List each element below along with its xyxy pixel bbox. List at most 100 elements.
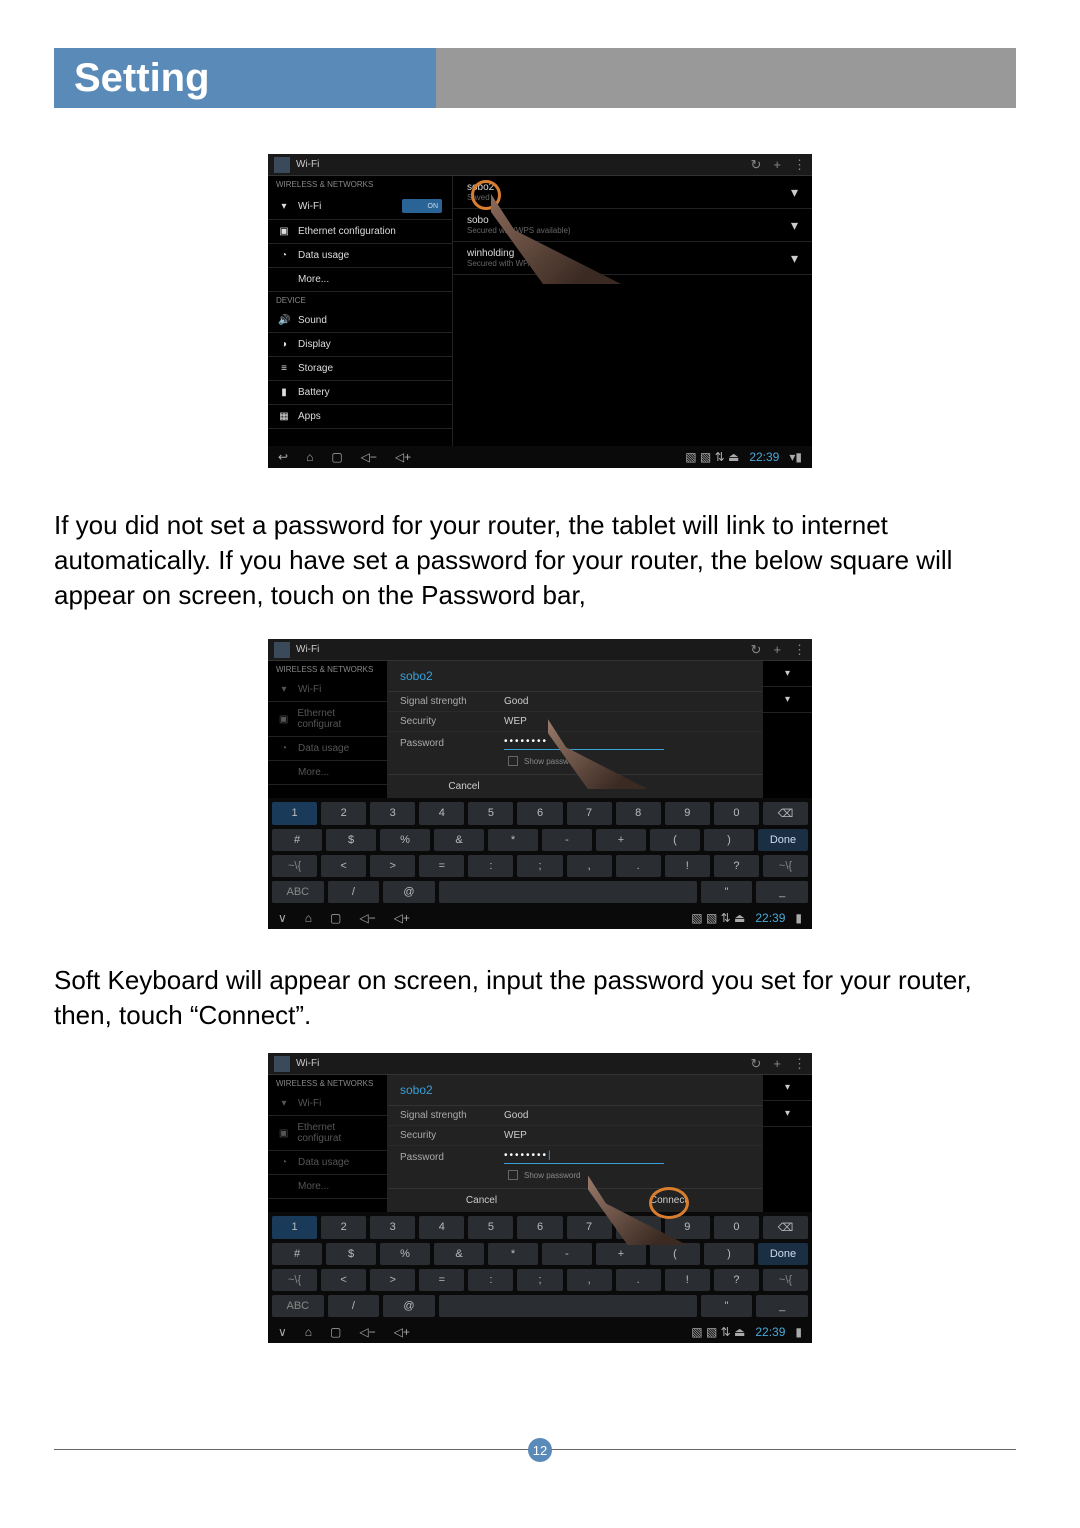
- home-icon[interactable]: ⌂: [306, 450, 313, 464]
- cancel-button[interactable]: Cancel: [388, 1189, 575, 1212]
- key[interactable]: ): [704, 829, 754, 851]
- overflow-icon[interactable]: ⋮: [793, 157, 806, 173]
- voldown-icon[interactable]: ◁−: [359, 911, 375, 925]
- key[interactable]: 0: [714, 1216, 759, 1239]
- abc-key[interactable]: ABC: [272, 1295, 324, 1317]
- key[interactable]: #: [272, 829, 322, 851]
- network-row[interactable]: winholding Secured with WPA2 ▾: [453, 242, 812, 275]
- key[interactable]: %: [380, 829, 430, 851]
- volup-icon[interactable]: ◁+: [394, 911, 410, 925]
- key[interactable]: 3: [370, 1216, 415, 1239]
- wifi-toggle[interactable]: ON: [402, 199, 442, 213]
- back-icon[interactable]: ∨: [278, 911, 287, 925]
- key[interactable]: ~\{: [272, 1269, 317, 1291]
- key[interactable]: 5: [468, 1216, 513, 1239]
- key[interactable]: @: [383, 881, 435, 903]
- volup-icon[interactable]: ◁+: [395, 450, 411, 464]
- key[interactable]: =: [419, 1269, 464, 1291]
- key[interactable]: ?: [714, 855, 759, 877]
- backspace-key[interactable]: ⌫: [763, 1216, 808, 1239]
- sidebar-item-apps[interactable]: ▦ Apps: [268, 405, 452, 429]
- key[interactable]: %: [380, 1243, 430, 1265]
- sidebar-item-sound[interactable]: 🔊 Sound: [268, 309, 452, 333]
- back-icon[interactable]: ↩: [278, 450, 288, 464]
- key[interactable]: 1: [272, 1216, 317, 1239]
- key[interactable]: ~\{: [763, 855, 808, 877]
- sidebar-item-datausage[interactable]: ◔ Data usage: [268, 244, 452, 268]
- key[interactable]: *: [488, 829, 538, 851]
- done-key[interactable]: Done: [758, 1243, 808, 1265]
- password-field[interactable]: ••••••••: [504, 1150, 664, 1164]
- key[interactable]: .: [616, 855, 661, 877]
- space-key[interactable]: [439, 881, 697, 903]
- key[interactable]: (: [650, 1243, 700, 1265]
- key[interactable]: 2: [321, 1216, 366, 1239]
- key[interactable]: <: [321, 1269, 366, 1291]
- key[interactable]: 4: [419, 1216, 464, 1239]
- key[interactable]: !: [665, 855, 710, 877]
- key[interactable]: &: [434, 829, 484, 851]
- sidebar-item-wifi[interactable]: ▾ Wi-Fi ON: [268, 193, 452, 220]
- home-icon[interactable]: ⌂: [305, 911, 312, 925]
- key[interactable]: +: [596, 829, 646, 851]
- sidebar-item-storage[interactable]: ≡ Storage: [268, 357, 452, 381]
- key[interactable]: 0: [714, 802, 759, 825]
- key[interactable]: >: [370, 855, 415, 877]
- key[interactable]: @: [383, 1295, 435, 1317]
- connect-button[interactable]: [540, 775, 762, 798]
- sidebar-item-more[interactable]: More...: [268, 268, 452, 292]
- refresh-icon[interactable]: ↻: [751, 642, 762, 658]
- overflow-icon[interactable]: ⋮: [793, 642, 806, 658]
- key[interactable]: ~\{: [272, 855, 317, 877]
- soft-keyboard[interactable]: 1 2 3 4 5 6 7 8 9 0 ⌫ # $ % & * - + ( ) …: [268, 798, 812, 907]
- key[interactable]: 2: [321, 802, 366, 825]
- key[interactable]: ": [701, 881, 753, 903]
- key[interactable]: 4: [419, 802, 464, 825]
- backspace-key[interactable]: ⌫: [763, 802, 808, 825]
- show-password-checkbox[interactable]: [508, 1170, 518, 1180]
- key[interactable]: +: [596, 1243, 646, 1265]
- key[interactable]: ,: [567, 1269, 612, 1291]
- volup-icon[interactable]: ◁+: [394, 1325, 410, 1339]
- key[interactable]: ;: [517, 1269, 562, 1291]
- add-icon[interactable]: +: [773, 1056, 781, 1072]
- key[interactable]: 9: [665, 1216, 710, 1239]
- sidebar-item-ethernet[interactable]: ▣ Ethernet configuration: [268, 220, 452, 244]
- key[interactable]: !: [665, 1269, 710, 1291]
- key[interactable]: -: [542, 829, 592, 851]
- space-key[interactable]: [439, 1295, 697, 1317]
- network-row[interactable]: sobo2 Saved ▾: [453, 176, 812, 209]
- password-field[interactable]: ••••••••: [504, 736, 664, 750]
- key[interactable]: ": [701, 1295, 753, 1317]
- key[interactable]: 1: [272, 802, 317, 825]
- key[interactable]: :: [468, 855, 513, 877]
- refresh-icon[interactable]: ↻: [751, 157, 762, 173]
- voldown-icon[interactable]: ◁−: [361, 450, 377, 464]
- add-icon[interactable]: +: [773, 642, 781, 658]
- key[interactable]: $: [326, 829, 376, 851]
- key[interactable]: >: [370, 1269, 415, 1291]
- key[interactable]: (: [650, 829, 700, 851]
- key[interactable]: <: [321, 855, 366, 877]
- key[interactable]: =: [419, 855, 464, 877]
- key[interactable]: 9: [665, 802, 710, 825]
- refresh-icon[interactable]: ↻: [751, 1056, 762, 1072]
- home-icon[interactable]: ⌂: [305, 1325, 312, 1339]
- key[interactable]: 3: [370, 802, 415, 825]
- key[interactable]: 8: [616, 802, 661, 825]
- key[interactable]: -: [542, 1243, 592, 1265]
- key[interactable]: 7: [567, 1216, 612, 1239]
- sidebar-item-battery[interactable]: ▮ Battery: [268, 381, 452, 405]
- key[interactable]: 7: [567, 802, 612, 825]
- key[interactable]: $: [326, 1243, 376, 1265]
- abc-key[interactable]: ABC: [272, 881, 324, 903]
- back-icon[interactable]: ∨: [278, 1325, 287, 1339]
- key[interactable]: *: [488, 1243, 538, 1265]
- key[interactable]: 6: [517, 1216, 562, 1239]
- soft-keyboard[interactable]: 1 2 3 4 5 6 7 8 9 0 ⌫ # $ % & * - + ( ) …: [268, 1212, 812, 1321]
- key[interactable]: &: [434, 1243, 484, 1265]
- key[interactable]: ;: [517, 855, 562, 877]
- key[interactable]: .: [616, 1269, 661, 1291]
- key[interactable]: ?: [714, 1269, 759, 1291]
- key[interactable]: 6: [517, 802, 562, 825]
